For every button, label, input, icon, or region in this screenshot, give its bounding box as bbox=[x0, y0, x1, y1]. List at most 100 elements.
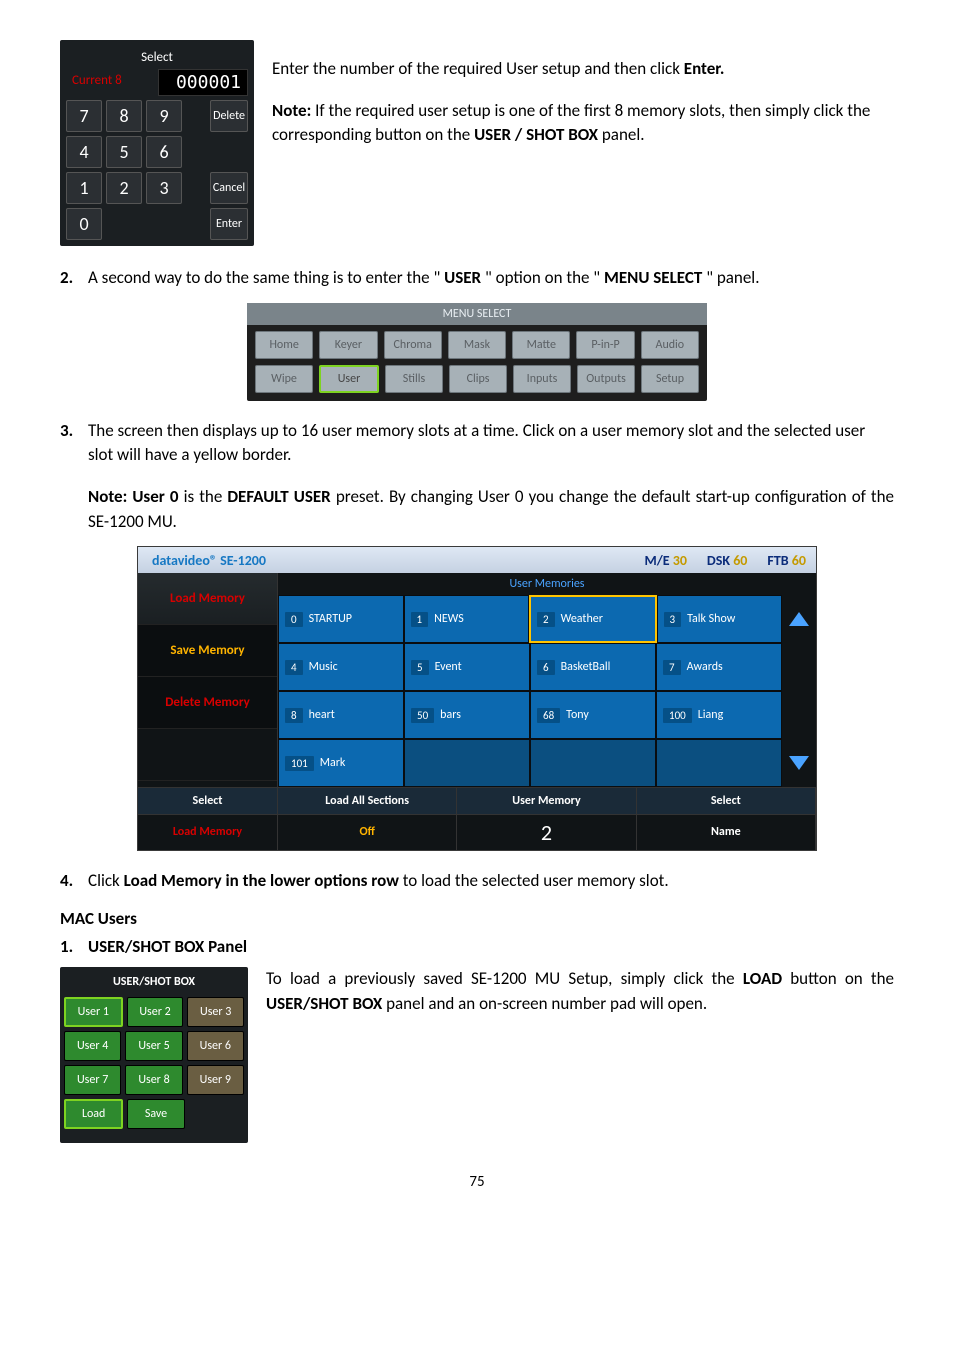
step-2: 2. A second way to do the same thing is … bbox=[60, 266, 894, 291]
cancel-button[interactable]: Cancel bbox=[210, 172, 248, 204]
chevron-up-icon bbox=[789, 612, 809, 626]
slot-5[interactable]: 5 Event bbox=[404, 643, 530, 691]
side-save-memory[interactable]: Save Memory bbox=[138, 625, 277, 677]
hdr-me: M/E bbox=[644, 552, 669, 569]
menu-home[interactable]: Home bbox=[255, 331, 313, 359]
intro-enter: Enter. bbox=[684, 58, 725, 79]
menu-mask[interactable]: Mask bbox=[448, 331, 506, 359]
mem-header: datavideo® SE-1200 M/E 30 DSK 60 FTB 60 bbox=[138, 547, 816, 573]
hdr-dsk-val: 60 bbox=[733, 552, 747, 569]
step2-e: " panel. bbox=[706, 267, 759, 288]
arrow-spacer-1 bbox=[782, 643, 816, 691]
slot-7-num: 7 bbox=[663, 660, 681, 675]
slot-7-label: Awards bbox=[687, 660, 723, 674]
slot-50-num: 50 bbox=[411, 708, 434, 723]
slot-68-label: Tony bbox=[566, 708, 589, 722]
slot-0-num: 0 bbox=[285, 612, 303, 627]
slot-empty-2[interactable] bbox=[530, 739, 656, 787]
key-3[interactable]: 3 bbox=[146, 172, 182, 204]
key-1[interactable]: 1 bbox=[66, 172, 102, 204]
slot-7[interactable]: 7 Awards bbox=[656, 643, 782, 691]
key-8[interactable]: 8 bbox=[106, 100, 142, 132]
menu-chroma[interactable]: Chroma bbox=[384, 331, 442, 359]
menu-inputs[interactable]: Inputs bbox=[513, 365, 571, 393]
menu-pinp[interactable]: P-in-P bbox=[576, 331, 634, 359]
scroll-down[interactable] bbox=[782, 739, 816, 787]
user-5[interactable]: User 5 bbox=[125, 1031, 182, 1061]
slot-2-num: 2 bbox=[537, 612, 555, 627]
slot-4[interactable]: 4Music bbox=[278, 643, 404, 691]
note-label: Note: bbox=[272, 100, 311, 121]
user-2[interactable]: User 2 bbox=[127, 997, 184, 1027]
slot-100[interactable]: 100Liang bbox=[656, 691, 782, 739]
grid-title: User Memories bbox=[278, 573, 816, 595]
slot-50[interactable]: 50 bars bbox=[404, 691, 530, 739]
user-memories-panel: datavideo® SE-1200 M/E 30 DSK 60 FTB 60 … bbox=[137, 546, 817, 851]
key-4[interactable]: 4 bbox=[66, 136, 102, 168]
menu-user[interactable]: User bbox=[319, 365, 379, 393]
user-3[interactable]: User 3 bbox=[187, 997, 244, 1027]
page-number: 75 bbox=[60, 1173, 894, 1191]
slot-5-num: 5 bbox=[411, 660, 429, 675]
footer-off[interactable]: Off bbox=[278, 815, 457, 850]
menu-stills[interactable]: Stills bbox=[385, 365, 443, 393]
slot-3-num: 3 bbox=[664, 612, 682, 627]
footer-load-memory[interactable]: Load Memory bbox=[138, 815, 278, 850]
scroll-up[interactable] bbox=[782, 595, 816, 643]
slot-50-label: bars bbox=[440, 708, 461, 722]
step2-b: USER bbox=[444, 267, 481, 288]
slot-100-label: Liang bbox=[698, 708, 724, 722]
step3-note: Note: User 0 is the DEFAULT USER preset.… bbox=[60, 485, 894, 534]
user-6[interactable]: User 6 bbox=[187, 1031, 244, 1061]
slot-68[interactable]: 68Tony bbox=[530, 691, 656, 739]
user-1[interactable]: User 1 bbox=[64, 997, 123, 1027]
slot-empty-3[interactable] bbox=[656, 739, 782, 787]
key-9[interactable]: 9 bbox=[146, 100, 182, 132]
key-0[interactable]: 0 bbox=[66, 208, 102, 240]
side-load-memory[interactable]: Load Memory bbox=[138, 573, 277, 625]
slot-3[interactable]: 3Talk Show bbox=[657, 595, 783, 643]
slot-4-label: Music bbox=[309, 660, 338, 674]
slot-2[interactable]: 2Weather bbox=[529, 595, 657, 643]
delete-button[interactable]: Delete bbox=[210, 100, 248, 132]
slot-101[interactable]: 101Mark bbox=[278, 739, 404, 787]
save-button[interactable]: Save bbox=[127, 1099, 184, 1129]
slot-1[interactable]: 1NEWS bbox=[404, 595, 530, 643]
slot-empty-1[interactable] bbox=[404, 739, 530, 787]
user-7[interactable]: User 7 bbox=[64, 1065, 121, 1095]
user-9[interactable]: User 9 bbox=[187, 1065, 244, 1095]
chevron-down-icon bbox=[789, 756, 809, 770]
step3-num: 3. bbox=[60, 419, 78, 468]
mac-body-b: LOAD bbox=[743, 968, 782, 989]
user-8[interactable]: User 8 bbox=[125, 1065, 182, 1095]
menu-setup[interactable]: Setup bbox=[641, 365, 699, 393]
footer-num[interactable]: 2 bbox=[457, 815, 636, 850]
menu-audio[interactable]: Audio bbox=[641, 331, 699, 359]
hdr-me-val: 30 bbox=[673, 552, 687, 569]
slot-6[interactable]: 6BasketBall bbox=[530, 643, 656, 691]
slot-0[interactable]: 0STARTUP bbox=[278, 595, 404, 643]
mac-step1-num: 1. bbox=[60, 935, 78, 960]
key-2[interactable]: 2 bbox=[106, 172, 142, 204]
slot-5-label: Event bbox=[435, 660, 462, 674]
note-c: panel. bbox=[602, 124, 645, 145]
user-4[interactable]: User 4 bbox=[64, 1031, 121, 1061]
key-7[interactable]: 7 bbox=[66, 100, 102, 132]
menu-keyer[interactable]: Keyer bbox=[319, 331, 377, 359]
key-5[interactable]: 5 bbox=[106, 136, 142, 168]
menu-clips[interactable]: Clips bbox=[449, 365, 507, 393]
menu-outputs[interactable]: Outputs bbox=[577, 365, 635, 393]
intro-line: Enter the number of the required User se… bbox=[272, 57, 894, 82]
footer-name[interactable]: Name bbox=[637, 815, 816, 850]
slot-8[interactable]: 8heart bbox=[278, 691, 404, 739]
step4-a: Click bbox=[88, 870, 124, 891]
menu-wipe[interactable]: Wipe bbox=[255, 365, 313, 393]
enter-button[interactable]: Enter bbox=[210, 208, 248, 240]
menu-select-title: MENU SELECT bbox=[247, 303, 707, 325]
key-6[interactable]: 6 bbox=[146, 136, 182, 168]
side-delete-memory[interactable]: Delete Memory bbox=[138, 677, 277, 729]
foot-user-mem: User Memory bbox=[457, 788, 636, 814]
load-button[interactable]: Load bbox=[64, 1099, 123, 1129]
menu-matte[interactable]: Matte bbox=[512, 331, 570, 359]
step3-text: The screen then displays up to 16 user m… bbox=[88, 419, 894, 468]
